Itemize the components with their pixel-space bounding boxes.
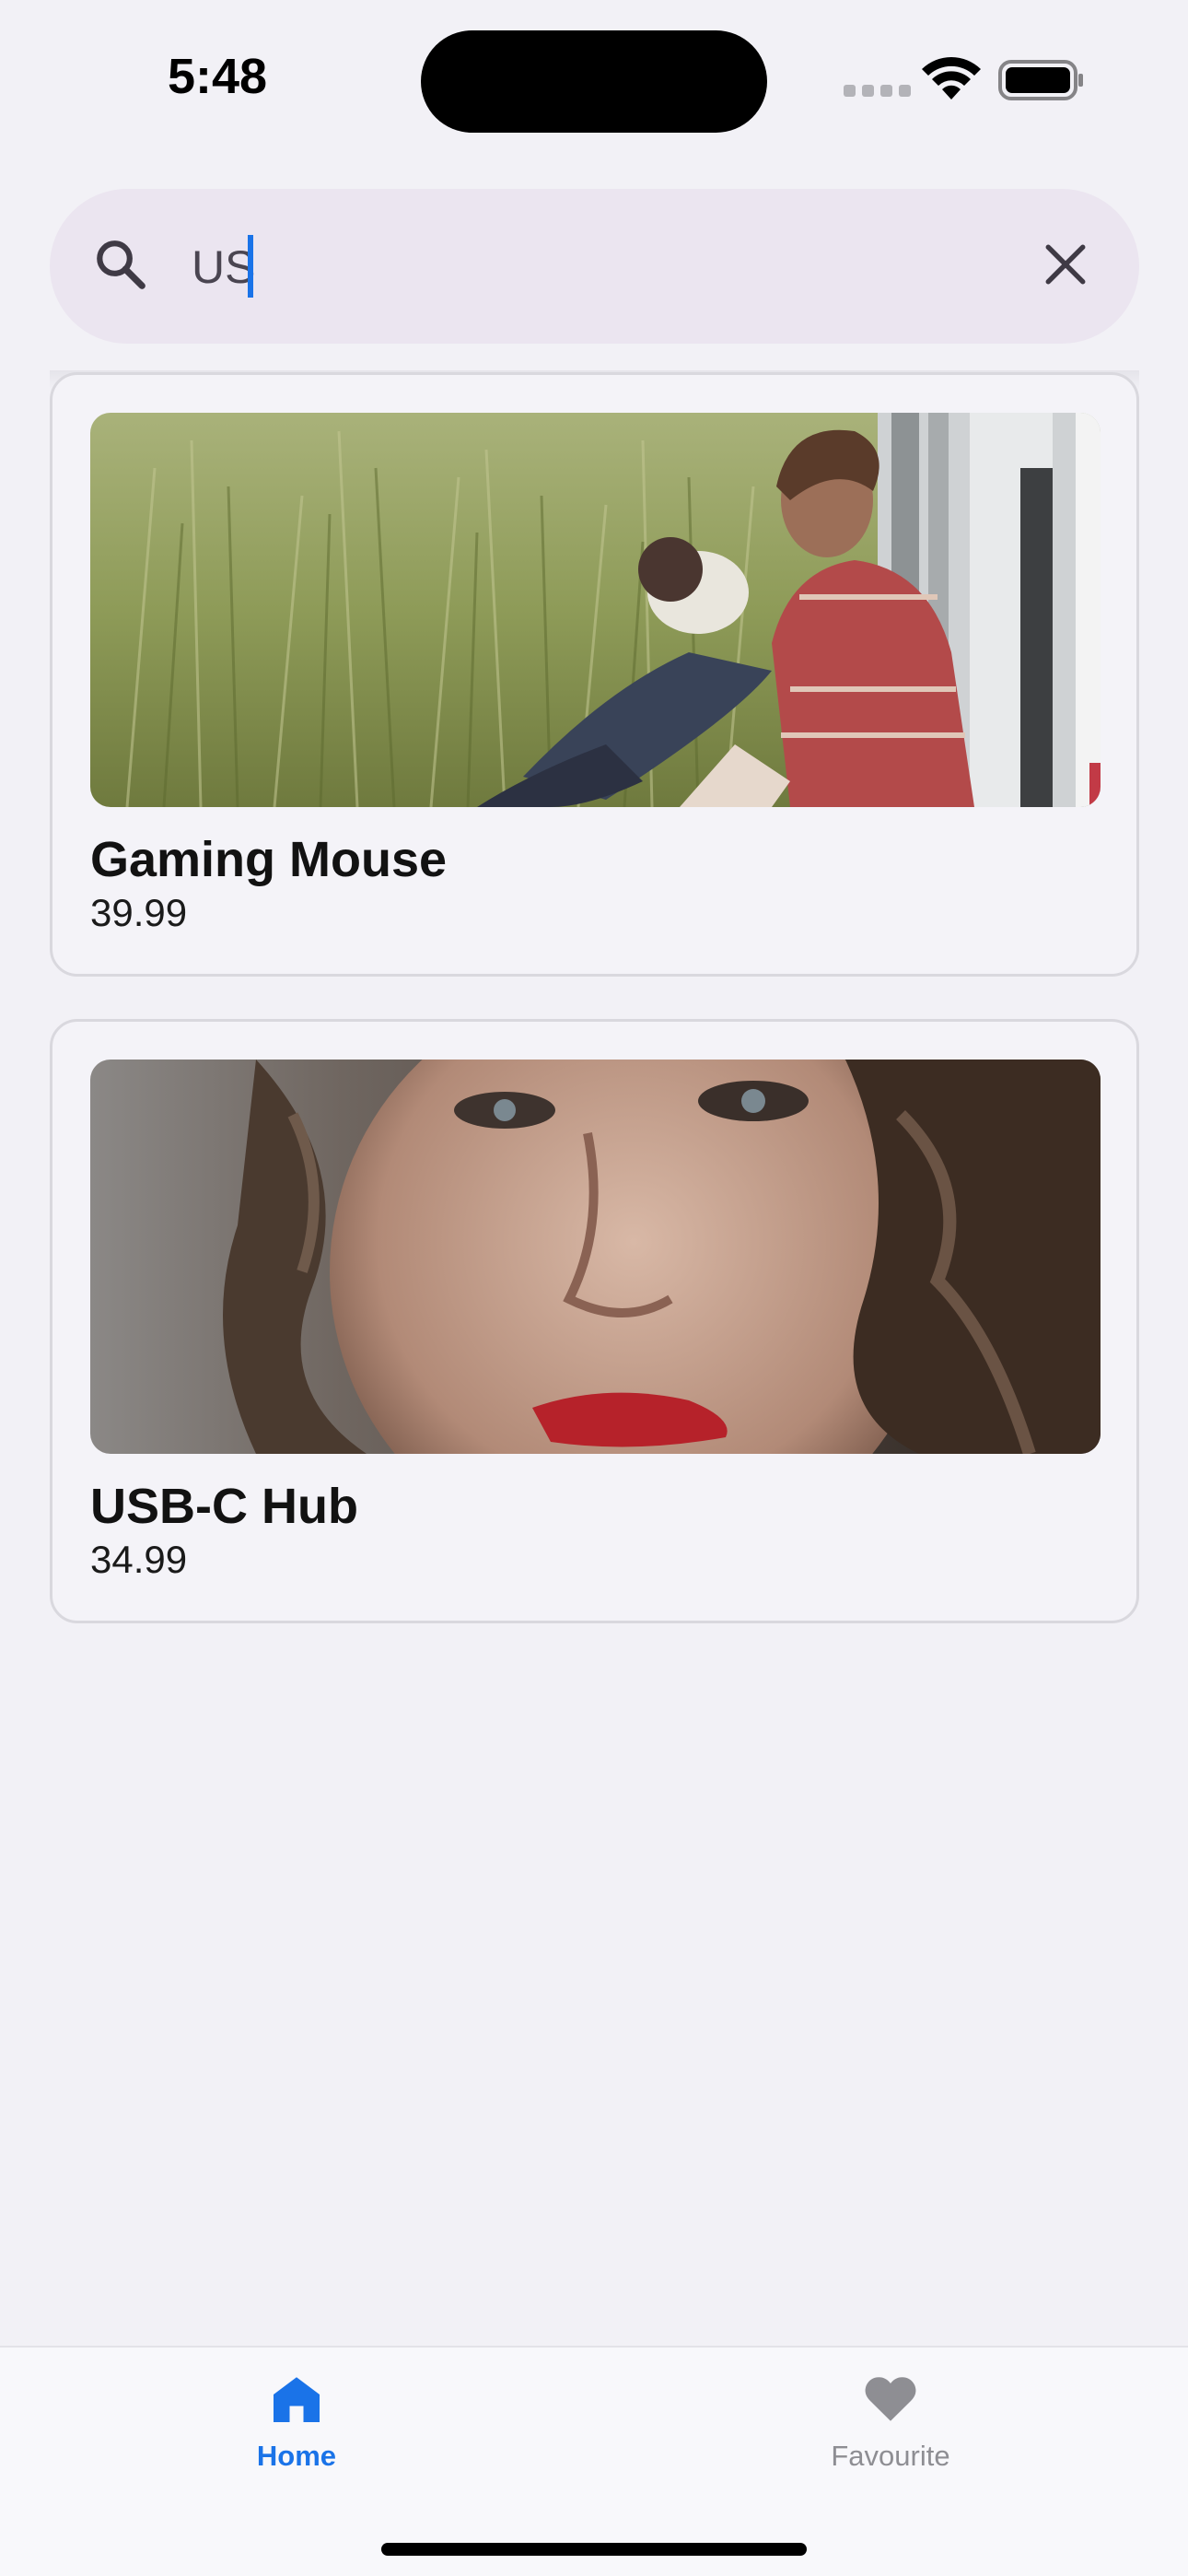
search-input[interactable] xyxy=(192,230,928,304)
product-card[interactable]: Gaming Mouse 39.99 xyxy=(50,372,1139,977)
search-icon xyxy=(97,240,146,289)
product-price: 34.99 xyxy=(90,1538,188,1581)
wifi-icon xyxy=(922,57,981,100)
status-time: 5:48 xyxy=(168,49,268,104)
product-price: 39.99 xyxy=(90,891,188,934)
product-name: Gaming Mouse xyxy=(90,832,448,887)
tab-label: Home xyxy=(256,2440,337,2472)
battery-icon xyxy=(998,60,1083,100)
heart-icon xyxy=(865,2377,916,2421)
product-card[interactable]: USB-C Hub 34.99 xyxy=(50,1019,1139,1623)
tab-favourite[interactable]: Favourite xyxy=(789,2371,992,2482)
cellular-signal-icon xyxy=(844,85,911,97)
product-image xyxy=(90,1060,1101,1454)
dynamic-island xyxy=(421,30,767,133)
home-icon xyxy=(274,2377,320,2422)
app-screen: 5:48 US Gaming Mouse 39.99 USB-C Hub 34.… xyxy=(0,0,1188,2576)
home-indicator[interactable] xyxy=(381,2543,807,2556)
product-image xyxy=(90,413,1101,807)
product-name: USB-C Hub xyxy=(90,1479,358,1534)
tab-home[interactable]: Home xyxy=(195,2371,398,2482)
close-icon[interactable] xyxy=(1042,241,1089,287)
text-cursor xyxy=(248,235,253,298)
tab-label: Favourite xyxy=(831,2440,950,2472)
tab-bar xyxy=(0,2346,1188,2576)
